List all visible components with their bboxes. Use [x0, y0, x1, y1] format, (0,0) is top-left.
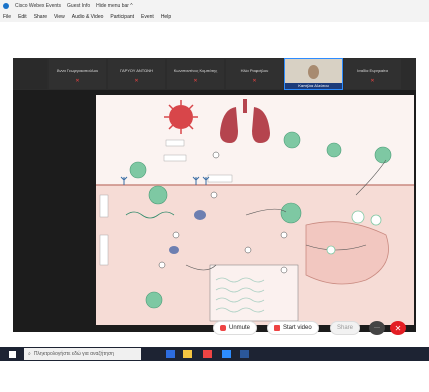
muted-mic-icon: ✕: [75, 78, 80, 84]
ribosome-icon: [169, 246, 179, 254]
muted-mic-icon: ✕: [134, 78, 139, 84]
task-view-icon[interactable]: [166, 350, 175, 358]
more-icon: ···: [374, 325, 380, 331]
side-label-box: [99, 234, 109, 266]
participant-name: ΓΑΡΥΟΥ ΑΝΤΩΝΗ: [120, 68, 153, 73]
start-video-label: Start video: [283, 325, 312, 331]
hide-menu-bar-button[interactable]: Hide menu bar ^: [96, 3, 133, 9]
menu-participant[interactable]: Participant: [110, 14, 134, 20]
page-margin-bottom: [0, 361, 429, 392]
camera-off-icon: [274, 325, 280, 331]
participant-tile[interactable]: Ηλία Ραφαήλου ✕: [226, 59, 283, 89]
meeting-controls: Unmute Start video Share ··· ✕: [13, 318, 416, 344]
more-options-button[interactable]: ···: [369, 321, 385, 335]
participant-strip: Άννα Γεωργακοπούλου ✕ ΓΑΡΥΟΥ ΑΝΤΩΝΗ ✕ Κω…: [13, 58, 416, 90]
webex-taskbar-icon[interactable]: [222, 350, 231, 358]
windows-start-icon[interactable]: [9, 351, 16, 358]
chrome-icon[interactable]: [203, 350, 212, 358]
participant-name: Άννα Γεωργακοπούλου: [56, 68, 99, 73]
app-title: Cisco Webex Events: [15, 3, 62, 9]
menu-view[interactable]: View: [54, 14, 65, 20]
menu-event[interactable]: Event: [141, 14, 154, 20]
participant-name: Κωνσταντίνος Κομπότης: [173, 68, 218, 73]
side-label-box: [99, 194, 109, 218]
search-icon: ⌕: [28, 351, 31, 357]
receptor-icon: [120, 176, 210, 185]
unmute-button[interactable]: Unmute: [213, 321, 258, 335]
unmute-label: Unmute: [229, 325, 251, 331]
label-box: [165, 139, 185, 147]
menu-help[interactable]: Help: [161, 14, 171, 20]
virus-particle-icon-large: [164, 100, 198, 134]
file-explorer-icon[interactable]: [183, 350, 192, 358]
start-video-button[interactable]: Start video: [267, 321, 319, 335]
share-label: Share: [337, 325, 354, 331]
participant-tile-active-video[interactable]: Καπήλια Αλεύτου: [284, 58, 343, 90]
participant-tile[interactable]: Κωνσταντίνος Κομπότης ✕: [167, 59, 224, 89]
menu-edit[interactable]: Edit: [18, 14, 27, 20]
webex-logo-icon: [3, 3, 9, 9]
muted-mic-icon: ✕: [252, 78, 257, 84]
participant-tile[interactable]: ΓΑΡΥΟΥ ΑΝΤΩΝΗ ✕: [108, 59, 165, 89]
strip-scroll-left[interactable]: [13, 59, 47, 89]
participant-tile[interactable]: Ισαδία Ευρηκαίτα ✕: [344, 59, 401, 89]
participant-video-thumbnail: [285, 59, 342, 84]
label-box: [207, 174, 233, 183]
word-icon[interactable]: [240, 350, 249, 358]
replication-panel: [209, 264, 299, 322]
leave-meeting-button[interactable]: ✕: [390, 321, 406, 335]
participant-name: Ισαδία Ευρηκαίτα: [357, 68, 388, 73]
title-bar: Cisco Webex Events Guest Info Hide menu …: [0, 0, 429, 12]
windows-taskbar: ⌕ Πληκτρολογήστε εδώ για αναζήτηση: [0, 347, 429, 361]
participant-tile[interactable]: Άννα Γεωργακοπούλου ✕: [49, 59, 106, 89]
share-button[interactable]: Share: [330, 321, 361, 335]
menu-audio-video[interactable]: Audio & Video: [72, 14, 104, 20]
taskbar-search-box[interactable]: ⌕ Πληκτρολογήστε εδώ για αναζήτηση: [24, 348, 141, 360]
taskbar-search-placeholder: Πληκτρολογήστε εδώ για αναζήτηση: [33, 351, 114, 357]
lungs-icon: [220, 99, 270, 143]
participant-name: Ηλία Ραφαήλου: [240, 68, 269, 73]
close-icon: ✕: [394, 323, 402, 333]
participant-name: Καπήλια Αλεύτου: [285, 83, 342, 89]
label-box: [163, 154, 187, 162]
menu-bar: File Edit Share View Audio & Video Parti…: [0, 12, 429, 22]
muted-mic-icon: ✕: [370, 78, 375, 84]
guest-info-button[interactable]: Guest Info: [67, 3, 90, 9]
ribosome-icon: [194, 210, 206, 220]
menu-share[interactable]: Share: [34, 14, 47, 20]
menu-file[interactable]: File: [3, 14, 11, 20]
muted-mic-icon: ✕: [193, 78, 198, 84]
shared-slide-diagram: [96, 95, 414, 325]
microphone-muted-icon: [220, 325, 226, 331]
